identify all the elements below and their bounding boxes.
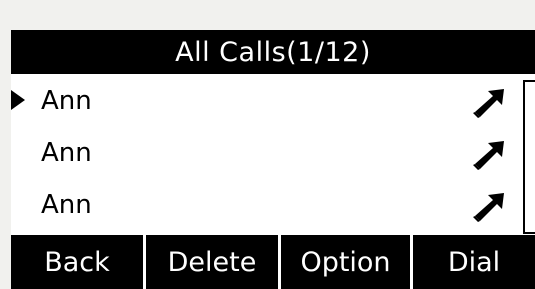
outgoing-call-arrow-icon	[473, 193, 504, 222]
dial-button[interactable]: Dial	[410, 235, 535, 289]
call-list-item[interactable]: Ann	[11, 76, 519, 128]
option-button[interactable]: Option	[278, 235, 410, 289]
call-list-item[interactable]: Ann	[11, 180, 519, 232]
caller-name: Ann	[41, 138, 92, 168]
selection-pointer-icon	[11, 90, 25, 110]
title-bar: All Calls(1/12)	[11, 30, 535, 74]
back-button[interactable]: Back	[11, 235, 143, 289]
scrollbar[interactable]	[523, 80, 535, 234]
call-list: Ann Ann Ann	[11, 76, 519, 232]
caller-name: Ann	[41, 190, 92, 220]
outgoing-call-arrow-icon	[473, 89, 504, 118]
call-list-item[interactable]: Ann	[11, 128, 519, 180]
phone-screen: All Calls(1/12) Ann Ann Ann Back Delete …	[11, 30, 535, 289]
outgoing-call-arrow-icon	[473, 141, 504, 170]
delete-button[interactable]: Delete	[143, 235, 278, 289]
page-title: All Calls(1/12)	[175, 36, 371, 68]
softkey-bar: Back Delete Option Dial	[11, 235, 535, 289]
caller-name: Ann	[41, 86, 92, 116]
